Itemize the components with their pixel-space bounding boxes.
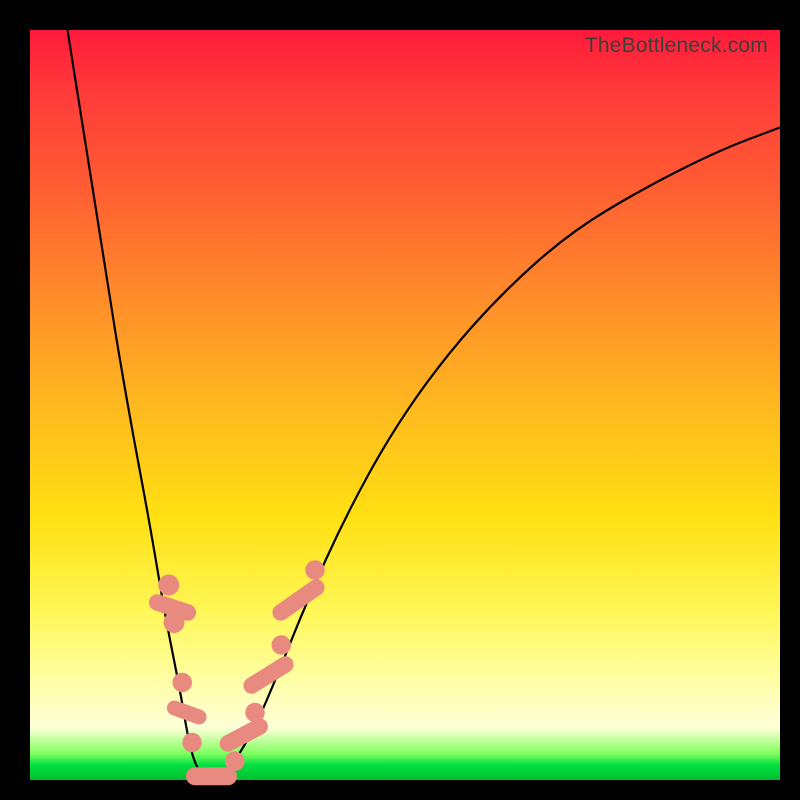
marker-dot — [173, 673, 193, 693]
marker-dot — [182, 733, 202, 753]
curve-layer — [30, 30, 780, 780]
marker-capsule — [269, 576, 328, 624]
marker-dot — [245, 703, 265, 723]
marker-capsule — [240, 653, 296, 697]
marker-dot — [225, 752, 245, 772]
plot-area: TheBottleneck.com — [30, 30, 780, 780]
marker-capsule — [186, 767, 237, 785]
curve-markers — [147, 560, 328, 785]
marker-capsule — [217, 715, 271, 754]
marker-dot — [158, 575, 179, 596]
marker-dot — [272, 635, 292, 655]
marker-dot — [305, 560, 325, 580]
chart-frame: TheBottleneck.com — [0, 0, 800, 800]
bottleneck-curve — [68, 30, 781, 780]
marker-capsule — [165, 698, 209, 726]
